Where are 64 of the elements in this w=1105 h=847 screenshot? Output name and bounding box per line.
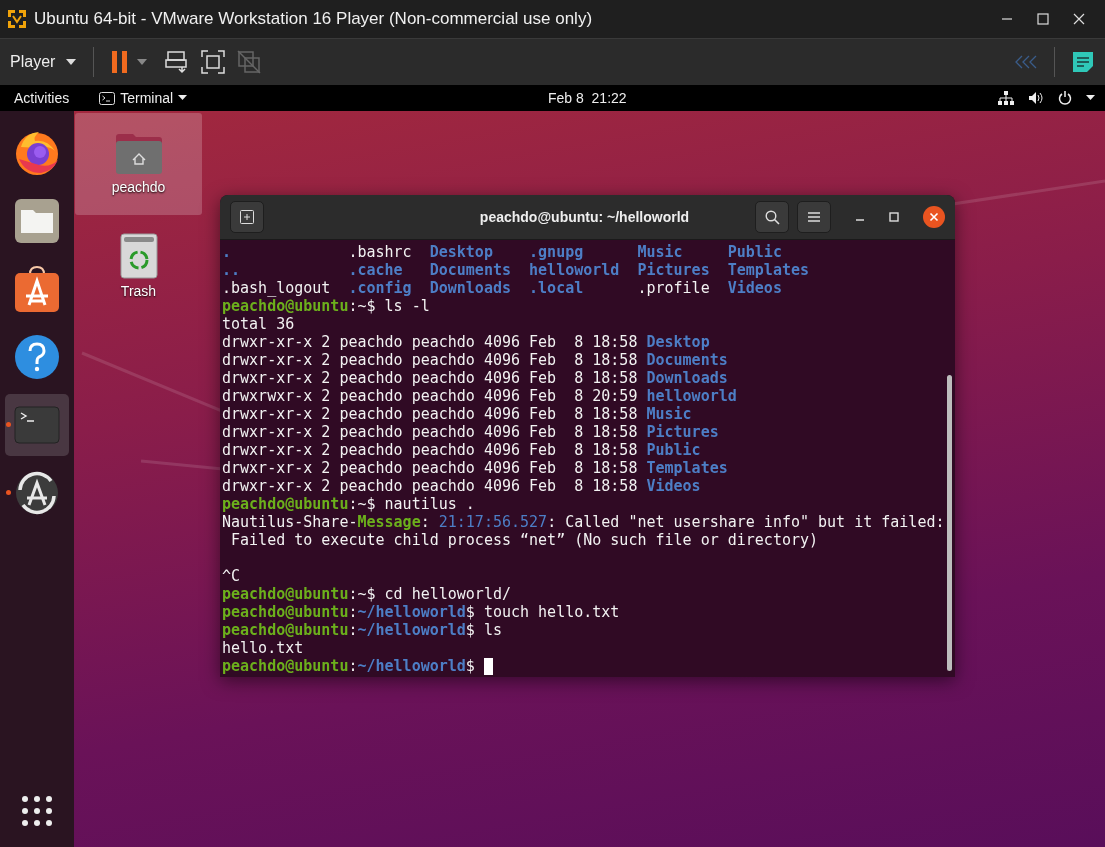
terminal-line: peachdo@ubuntu:~/helloworld$ touch hello.txt <box>222 603 621 621</box>
terminal-line: peachdo@ubuntu:~$ cd helloworld/ <box>222 585 512 603</box>
terminal-line: peachdo@ubuntu:~$ nautilus . <box>222 495 476 513</box>
terminal-line: peachdo@ubuntu:~/helloworld$ <box>222 657 945 675</box>
terminal-icon <box>14 406 60 444</box>
close-icon[interactable] <box>1073 13 1085 25</box>
new-tab-icon <box>240 210 254 224</box>
volume-icon[interactable] <box>1028 91 1044 105</box>
maximize-icon[interactable] <box>889 212 899 222</box>
caret-icon[interactable] <box>1086 95 1095 101</box>
terminal-line: .bash_logout .config Downloads .local .profile Videos <box>222 279 783 297</box>
window-title: Ubuntu 64-bit - VMware Workstation 16 Player (Non-commercial use only) <box>34 9 593 29</box>
terminal-icon <box>99 91 116 105</box>
updater-icon <box>14 470 60 516</box>
desktop-icon-label: Trash <box>120 283 157 299</box>
terminal-line: hello.txt <box>222 639 305 657</box>
network-icon[interactable] <box>998 91 1014 105</box>
terminal-line: peachdo@ubuntu:~$ ls -l <box>222 297 431 315</box>
new-tab-button[interactable] <box>230 201 264 233</box>
desktop-icon[interactable]: Trash <box>75 215 202 317</box>
terminal-title: peachdo@ubuntu: ~/helloworld <box>478 209 691 225</box>
show-applications-icon[interactable] <box>21 795 53 827</box>
terminal-line: drwxr-xr-x 2 peachdo peachdo 4096 Feb 8 18:58 Public <box>222 441 702 459</box>
firefox-icon <box>13 129 61 177</box>
menu-button[interactable] <box>797 201 831 233</box>
terminal-line: .. .cache Documents helloworld Pictures Templates <box>222 261 811 279</box>
desktop-icon[interactable]: peachdo <box>75 113 202 215</box>
help-icon <box>14 334 60 380</box>
power-icon[interactable] <box>1058 91 1072 105</box>
activities-button[interactable]: Activities <box>14 90 70 106</box>
caret-icon[interactable] <box>178 95 188 101</box>
terminal-line: Failed to execute child process “net” (No such file or directory) <box>230 531 820 549</box>
app-menu[interactable]: Terminal <box>120 90 174 106</box>
terminal-line: drwxr-xr-x 2 peachdo peachdo 4096 Feb 8 18:58 Music <box>222 405 693 423</box>
vmware-logo-icon <box>6 8 28 30</box>
unity-icon <box>236 49 263 75</box>
caret-icon[interactable] <box>65 58 78 66</box>
close-icon[interactable] <box>923 206 945 228</box>
note-icon[interactable] <box>1071 50 1095 74</box>
terminal-line: drwxr-xr-x 2 peachdo peachdo 4096 Feb 8 18:58 Desktop <box>222 333 711 351</box>
player-menu-button[interactable]: Player <box>4 49 62 75</box>
scrollbar[interactable] <box>947 375 952 671</box>
search-button[interactable] <box>755 201 789 233</box>
shopping-bag-icon <box>14 265 60 313</box>
terminal-line: drwxr-xr-x 2 peachdo peachdo 4096 Feb 8 18:58 Downloads <box>222 369 729 387</box>
terminal-line: drwxrwxr-x 2 peachdo peachdo 4096 Feb 8 20:59 helloworld <box>222 387 738 405</box>
terminal-line: drwxr-xr-x 2 peachdo peachdo 4096 Feb 8 18:58 Pictures <box>222 423 720 441</box>
desktop-icon-label: peachdo <box>111 179 166 195</box>
terminal-line: ^C <box>222 567 242 585</box>
terminal-line: peachdo@ubuntu:~/helloworld$ ls <box>222 621 503 639</box>
clock[interactable]: Feb 8 21:22 <box>548 90 627 106</box>
terminal-line: drwxr-xr-x 2 peachdo peachdo 4096 Feb 8 18:58 Videos <box>222 477 702 495</box>
trash-icon <box>119 233 158 279</box>
home-folder-icon <box>114 133 163 175</box>
terminal-line: total 36 <box>222 315 296 333</box>
terminal-line: drwxr-xr-x 2 peachdo peachdo 4096 Feb 8 18:58 Templates <box>222 459 729 477</box>
search-icon <box>764 209 780 225</box>
menu-icon <box>807 211 821 223</box>
terminal-line: . .bashrc Desktop .gnupg Music Public <box>222 243 783 261</box>
maximize-icon[interactable] <box>1037 13 1049 25</box>
folder-icon <box>14 198 60 244</box>
terminal-line: drwxr-xr-x 2 peachdo peachdo 4096 Feb 8 18:58 Documents <box>222 351 729 369</box>
terminal-line: Nautilus-Share-Message: 21:17:56.527: Called "net usershare info" but it failed: <box>222 513 945 531</box>
fullscreen-icon[interactable] <box>200 49 227 75</box>
